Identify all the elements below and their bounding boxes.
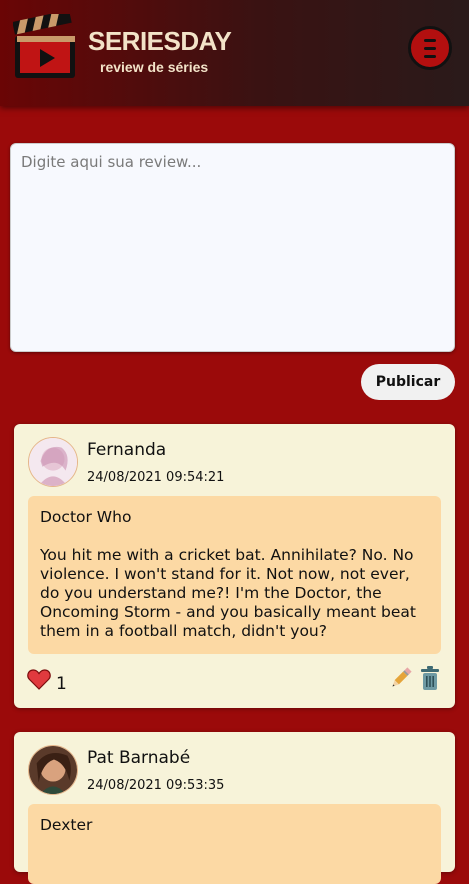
app-subtitle: review de séries — [100, 59, 209, 75]
review-series-title: Dexter — [40, 816, 93, 834]
review-series-title: Doctor Who — [40, 508, 132, 526]
menu-line — [424, 55, 436, 58]
review-content: Dexter — [28, 804, 441, 884]
publish-button[interactable]: Publicar — [361, 364, 455, 400]
review-author: Fernanda — [87, 440, 167, 460]
review-card: Pat Barnabé 24/08/2021 09:53:35 Dexter — [14, 732, 455, 884]
clapperboard-logo-icon — [13, 14, 75, 78]
heart-icon[interactable] — [27, 668, 51, 690]
review-content: Doctor Who You hit me with a cricket bat… — [28, 496, 441, 654]
review-text: You hit me with a cricket bat. Annihilat… — [40, 546, 416, 640]
menu-line — [424, 47, 436, 50]
hamburger-menu-icon[interactable] — [408, 26, 452, 70]
review-input[interactable] — [10, 143, 455, 352]
app-title: SERIESDAY — [88, 26, 232, 56]
like-count: 1 — [56, 674, 67, 694]
review-card: Fernanda 24/08/2021 09:54:21 Doctor Who … — [14, 424, 455, 708]
avatar — [28, 745, 78, 795]
trash-icon[interactable] — [419, 666, 441, 690]
app-header: SERIESDAY review de séries — [0, 0, 469, 106]
review-author: Pat Barnabé — [87, 748, 191, 768]
avatar — [28, 437, 78, 487]
pencil-edit-icon[interactable] — [389, 666, 413, 690]
review-datetime: 24/08/2021 09:53:35 — [87, 778, 225, 793]
review-datetime: 24/08/2021 09:54:21 — [87, 470, 225, 485]
menu-line — [424, 39, 436, 42]
